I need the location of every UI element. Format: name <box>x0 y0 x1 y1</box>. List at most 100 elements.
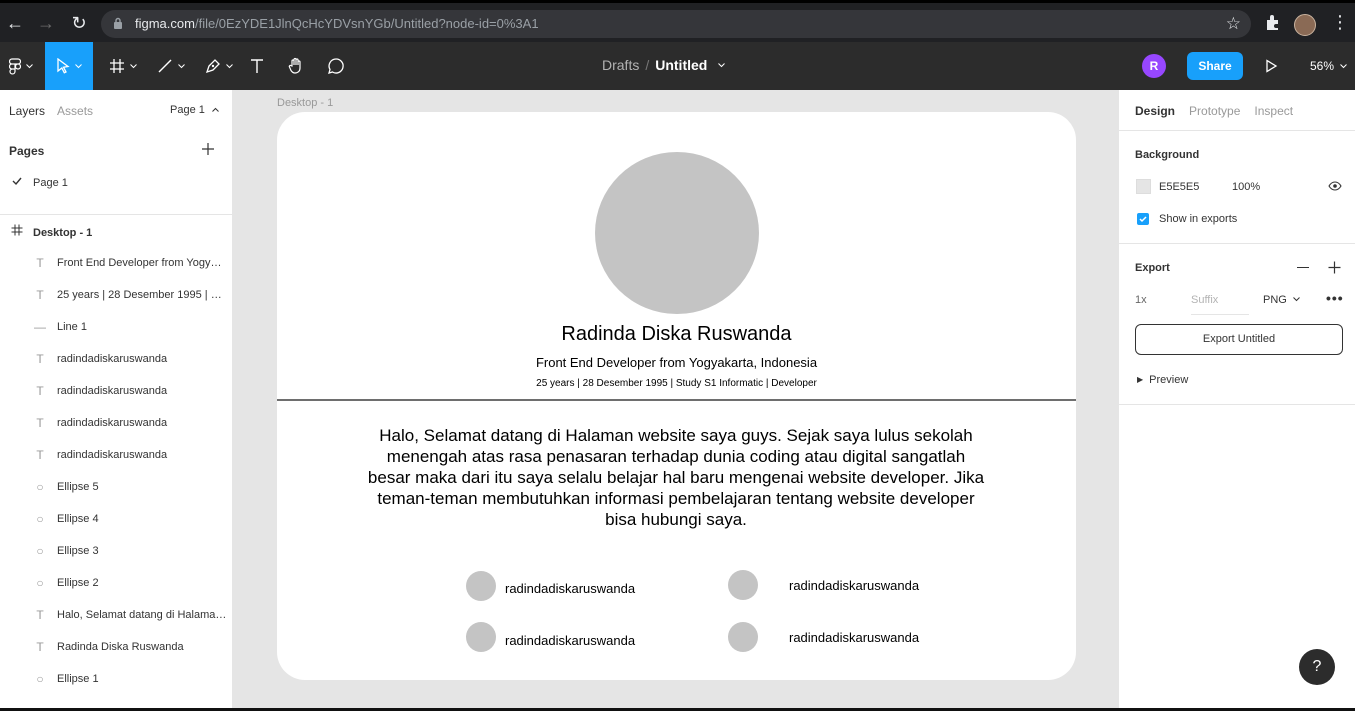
tab-design[interactable]: Design <box>1135 104 1175 118</box>
extensions-puzzle-icon[interactable] <box>1264 13 1282 31</box>
layer-item[interactable]: ○ Ellipse 3 <box>33 535 228 567</box>
panel-divider <box>0 214 233 215</box>
text-t-icon <box>251 59 263 73</box>
background-color-swatch[interactable] <box>1136 179 1151 194</box>
contact-icon-placeholder[interactable] <box>466 622 496 652</box>
layer-item-label: radindadiskaruswanda <box>57 417 168 429</box>
layer-item[interactable]: ○ Ellipse 5 <box>33 471 228 503</box>
tab-inspect[interactable]: Inspect <box>1254 104 1293 118</box>
lock-icon <box>114 17 122 29</box>
zoom-level-dropdown[interactable]: 56% <box>1310 59 1348 73</box>
background-opacity-input[interactable]: 100% <box>1232 181 1260 193</box>
text-layer-icon: T <box>36 416 44 430</box>
forward-arrow-icon[interactable]: → <box>35 12 57 34</box>
ellipse-layer-icon: ○ <box>36 480 44 494</box>
shape-tool-button[interactable] <box>148 42 193 90</box>
layer-item[interactable]: ○ Ellipse 2 <box>33 567 228 599</box>
layer-item-label: Halo, Selamat datang di Halaman website … <box>57 609 227 621</box>
tab-assets[interactable]: Assets <box>57 104 93 118</box>
chevron-down-icon <box>1340 64 1348 69</box>
layer-item-label: Ellipse 1 <box>57 673 99 685</box>
export-button[interactable]: Export Untitled <box>1135 324 1343 355</box>
contact-handle[interactable]: radindadiskaruswanda <box>789 630 919 645</box>
export-format-value: PNG <box>1263 294 1287 306</box>
add-export-plus-icon[interactable] <box>1328 261 1341 274</box>
more-options-icon[interactable]: ••• <box>1326 290 1344 306</box>
panel-divider <box>1119 130 1355 131</box>
layer-item[interactable]: ○ Ellipse 1 <box>33 663 228 695</box>
contact-handle[interactable]: radindadiskaruswanda <box>505 581 635 596</box>
user-avatar[interactable]: R <box>1142 54 1166 78</box>
document-title[interactable]: Untitled <box>655 57 707 73</box>
url-host: figma.com <box>135 16 195 31</box>
layer-item[interactable]: T Halo, Selamat datang di Halaman website… <box>33 599 228 631</box>
profile-role[interactable]: Front End Developer from Yogyakarta, Ind… <box>277 355 1076 370</box>
pen-tool-button[interactable] <box>196 42 241 90</box>
text-layer-icon: T <box>36 384 44 398</box>
tab-layers[interactable]: Layers <box>9 104 45 118</box>
layer-item-label: radindadiskaruswanda <box>57 353 168 365</box>
text-tool-button[interactable] <box>243 42 271 90</box>
frame-tool-button[interactable] <box>100 42 145 90</box>
profile-name[interactable]: Radinda Diska Ruswanda <box>277 323 1076 346</box>
profile-meta[interactable]: 25 years | 28 Desember 1995 | Study S1 I… <box>277 378 1076 389</box>
layer-item[interactable]: Tradindadiskaruswanda <box>33 439 228 471</box>
panel-divider <box>1119 243 1355 244</box>
export-format-dropdown[interactable]: PNG <box>1263 294 1300 306</box>
right-panel-tabs: Design Prototype Inspect <box>1135 104 1293 118</box>
layer-item[interactable]: — Line 1 <box>33 311 228 343</box>
layer-item-label: Front End Developer from Yogyakarta, Ind… <box>57 257 227 269</box>
layer-item[interactable]: T Radinda Diska Ruswanda <box>33 631 228 663</box>
page-list-item[interactable]: Page 1 <box>10 176 68 189</box>
share-button[interactable]: Share <box>1187 52 1243 80</box>
layer-item[interactable]: Tradindadiskaruswanda <box>33 407 228 439</box>
breadcrumb-drafts[interactable]: Drafts <box>602 57 639 73</box>
bookmark-star-icon[interactable]: ☆ <box>1226 14 1241 34</box>
contact-handle[interactable]: radindadiskaruswanda <box>789 578 919 593</box>
text-layer-icon: T <box>36 288 44 302</box>
layer-item[interactable]: Tradindadiskaruswanda <box>33 375 228 407</box>
preview-toggle[interactable]: ▶ Preview <box>1137 374 1188 386</box>
line-layer-icon: — <box>34 320 46 334</box>
back-arrow-icon[interactable]: ← <box>4 12 26 34</box>
chevron-down-icon[interactable] <box>718 63 726 68</box>
file-breadcrumb: Drafts / Untitled <box>602 57 726 73</box>
reload-icon[interactable]: ↻ <box>68 12 90 34</box>
layer-item[interactable]: T Front End Developer from Yogyakarta, In… <box>33 247 228 279</box>
hand-tool-button[interactable] <box>282 42 310 90</box>
layer-frame-label: Desktop - 1 <box>33 227 93 239</box>
background-hex-input[interactable]: E5E5E5 <box>1159 181 1199 193</box>
add-page-plus-icon[interactable] <box>201 142 215 156</box>
layer-item[interactable]: T 25 years | 28 Desember 1995 | Study S1 … <box>33 279 228 311</box>
comment-tool-button[interactable] <box>322 42 350 90</box>
move-tool-button[interactable] <box>45 42 93 90</box>
help-button[interactable]: ? <box>1299 649 1335 685</box>
present-play-icon[interactable] <box>1264 59 1278 73</box>
browser-profile-avatar[interactable] <box>1294 14 1316 36</box>
profile-bio[interactable]: Halo, Selamat datang di Halaman website … <box>365 425 987 530</box>
tab-prototype[interactable]: Prototype <box>1189 104 1240 118</box>
frame-label[interactable]: Desktop - 1 <box>277 97 333 109</box>
browser-menu-icon[interactable]: ⋮ <box>1331 12 1349 33</box>
remove-export-minus-icon[interactable] <box>1297 267 1309 268</box>
contact-icon-placeholder[interactable] <box>728 570 758 600</box>
export-scale-select[interactable]: 1x <box>1135 294 1147 306</box>
layer-frame-desktop[interactable]: Desktop - 1 <box>10 224 92 239</box>
export-suffix-input[interactable]: Suffix <box>1191 294 1249 315</box>
desktop-frame[interactable]: Radinda Diska Ruswanda Front End Develop… <box>277 112 1076 680</box>
layer-item[interactable]: ○ Ellipse 4 <box>33 503 228 535</box>
divider-line[interactable] <box>277 399 1076 401</box>
profile-photo-placeholder[interactable] <box>595 152 759 314</box>
checkmark-icon <box>12 177 22 186</box>
page-list-item-label: Page 1 <box>33 177 68 189</box>
address-bar[interactable]: figma.com/file/0EzYDE1JlnQcHcYDVsnYGb/Un… <box>101 10 1251 38</box>
frame-hash-icon <box>11 224 23 236</box>
layer-item[interactable]: Tradindadiskaruswanda <box>33 343 228 375</box>
eye-visibility-icon[interactable] <box>1328 181 1342 191</box>
contact-handle[interactable]: radindadiskaruswanda <box>505 633 635 648</box>
main-menu-button[interactable] <box>0 42 42 90</box>
show-in-exports-checkbox[interactable] <box>1137 213 1149 225</box>
contact-icon-placeholder[interactable] <box>466 571 496 601</box>
contact-icon-placeholder[interactable] <box>728 622 758 652</box>
page-selector-dropdown[interactable]: Page 1 <box>170 104 219 116</box>
